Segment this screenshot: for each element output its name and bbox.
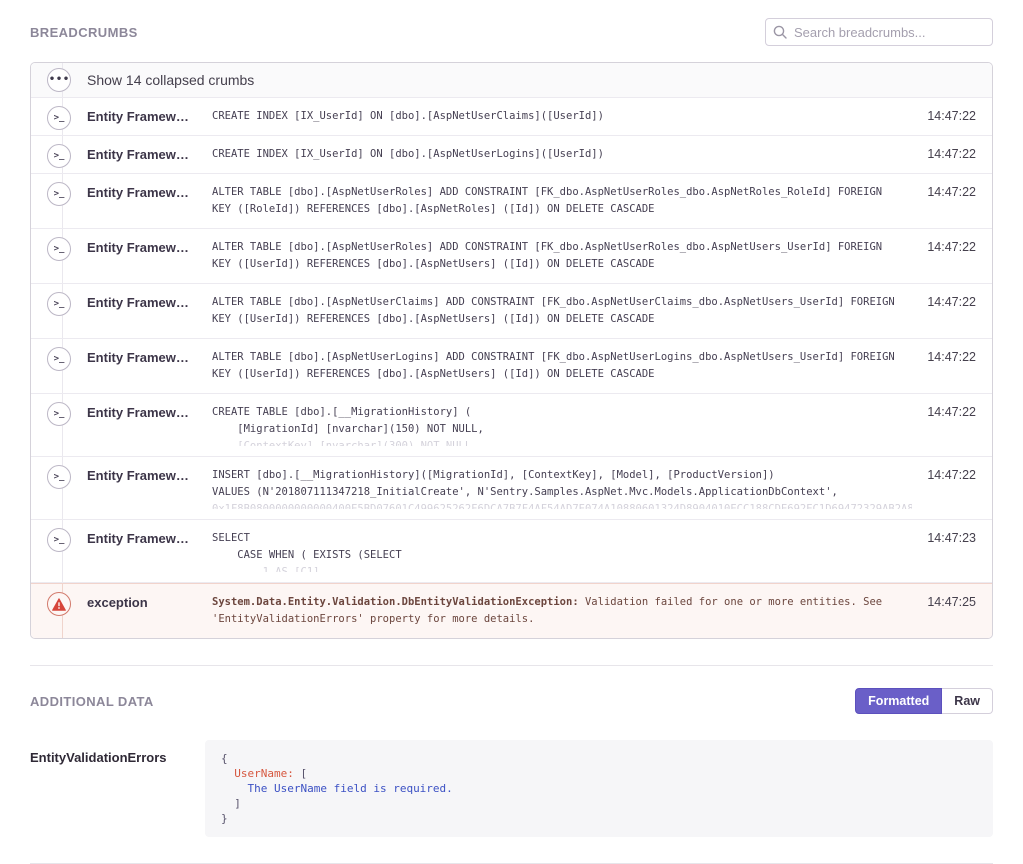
crumb-icon-cell: >_ xyxy=(31,339,87,393)
collapsed-icon-cell: ••• xyxy=(31,63,87,97)
breadcrumb-row: >_ Entity Framew…CREATE TABLE [dbo].[__Mi… xyxy=(31,394,992,457)
terminal-icon: >_ xyxy=(47,402,71,426)
breadcrumbs-header: BREADCRUMBS xyxy=(30,0,993,62)
breadcrumb-row: >_ Entity Framew…ALTER TABLE [dbo].[AspNe… xyxy=(31,284,992,339)
crumb-code: CREATE INDEX [IX_UserId] ON [dbo].[AspNe… xyxy=(212,98,912,135)
additional-data-key: EntityValidationErrors xyxy=(30,740,205,837)
breadcrumb-row-exception: exception System.Data.Entity.Validation.… xyxy=(31,583,992,638)
crumb-category: Entity Framew… xyxy=(87,98,212,135)
code-token-key: UserName: xyxy=(234,767,294,780)
crumb-code-lines: CREATE INDEX [IX_UserId] ON [dbo].[AspNe… xyxy=(212,108,912,125)
crumb-code: ALTER TABLE [dbo].[AspNetUserLogins] ADD… xyxy=(212,339,912,393)
terminal-icon: >_ xyxy=(47,347,71,371)
crumb-category: Entity Framew… xyxy=(87,394,212,456)
crumb-message: System.Data.Entity.Validation.DbEntityVa… xyxy=(212,584,912,638)
crumb-code: CREATE TABLE [dbo].[__MigrationHistory] … xyxy=(212,394,912,456)
crumb-code: CREATE INDEX [IX_UserId] ON [dbo].[AspNe… xyxy=(212,136,912,173)
crumb-code-faded-line: 1 AS [C1] xyxy=(212,564,912,572)
crumb-icon-cell: >_ xyxy=(31,136,87,173)
crumb-timestamp: 14:47:22 xyxy=(912,229,992,283)
exception-type: System.Data.Entity.Validation.DbEntityVa… xyxy=(212,596,579,608)
crumb-category: Entity Framew… xyxy=(87,339,212,393)
crumb-timestamp: 14:47:25 xyxy=(912,584,992,638)
crumb-code: SELECT CASE WHEN ( EXISTS (SELECT 1 AS [… xyxy=(212,520,912,582)
crumb-icon-cell: >_ xyxy=(31,520,87,582)
additional-data-entry: EntityValidationErrors { UserName: [ The… xyxy=(30,740,993,837)
crumb-timestamp: 14:47:22 xyxy=(912,136,992,173)
crumb-code: ALTER TABLE [dbo].[AspNetUserClaims] ADD… xyxy=(212,284,912,338)
terminal-icon: >_ xyxy=(47,144,71,168)
exception-icon-cell xyxy=(31,584,87,638)
crumb-category: Entity Framew… xyxy=(87,174,212,228)
crumb-icon-cell: >_ xyxy=(31,98,87,135)
crumb-code-lines: ALTER TABLE [dbo].[AspNetUserLogins] ADD… xyxy=(212,349,912,383)
code-token-plain: ] } xyxy=(221,797,241,825)
crumb-code-lines: CREATE TABLE [dbo].[__MigrationHistory] … xyxy=(212,404,912,438)
crumb-category: Entity Framew… xyxy=(87,229,212,283)
crumb-timestamp: 14:47:23 xyxy=(912,520,992,582)
additional-data-header: ADDITIONAL DATA Formatted Raw xyxy=(30,666,993,732)
crumb-category: Entity Framew… xyxy=(87,520,212,582)
crumb-code-lines: SELECT CASE WHEN ( EXISTS (SELECT xyxy=(212,530,912,564)
crumb-timestamp: 14:47:22 xyxy=(912,98,992,135)
terminal-icon: >_ xyxy=(47,237,71,261)
formatted-button[interactable]: Formatted xyxy=(855,688,942,714)
breadcrumb-row: >_ Entity Framew…ALTER TABLE [dbo].[AspNe… xyxy=(31,174,992,229)
crumb-code-lines: ALTER TABLE [dbo].[AspNetUserRoles] ADD … xyxy=(212,184,912,218)
terminal-icon: >_ xyxy=(47,465,71,489)
breadcrumbs-panel: ••• Show 14 collapsed crumbs >_ Entity Fr… xyxy=(30,62,993,639)
code-token-plain: { xyxy=(221,752,234,780)
raw-button[interactable]: Raw xyxy=(942,688,993,714)
crumb-code: ALTER TABLE [dbo].[AspNetUserRoles] ADD … xyxy=(212,229,912,283)
terminal-icon: >_ xyxy=(47,528,71,552)
crumb-timestamp: 14:47:22 xyxy=(912,457,992,519)
breadcrumbs-search xyxy=(765,18,993,46)
additional-data-title: ADDITIONAL DATA xyxy=(30,694,154,709)
crumb-code-lines: ALTER TABLE [dbo].[AspNetUserRoles] ADD … xyxy=(212,239,912,273)
breadcrumb-row: >_ Entity Framew…ALTER TABLE [dbo].[AspNe… xyxy=(31,339,992,394)
crumb-category: Entity Framew… xyxy=(87,136,212,173)
breadcrumb-row: >_ Entity Framew…SELECT CASE WHEN ( EXIST… xyxy=(31,520,992,583)
collapsed-crumbs-label: Show 14 collapsed crumbs xyxy=(87,72,254,88)
crumb-code-lines: INSERT [dbo].[__MigrationHistory]([Migra… xyxy=(212,467,912,501)
terminal-icon: >_ xyxy=(47,292,71,316)
terminal-icon: >_ xyxy=(47,182,71,206)
crumb-icon-cell: >_ xyxy=(31,229,87,283)
breadcrumb-row: >_ Entity Framew…CREATE INDEX [IX_UserId]… xyxy=(31,136,992,174)
crumb-icon-cell: >_ xyxy=(31,284,87,338)
ellipsis-icon: ••• xyxy=(47,68,71,92)
crumb-code-faded-line: [ContextKey] [nvarchar](300) NOT NULL, xyxy=(212,438,912,446)
crumb-category: Entity Framew… xyxy=(87,284,212,338)
crumb-icon-cell: >_ xyxy=(31,394,87,456)
crumb-code: INSERT [dbo].[__MigrationHistory]([Migra… xyxy=(212,457,912,519)
crumb-code-faded-line: 0x1F8B0800000000000400E5BD07601C49962526… xyxy=(212,501,912,509)
breadcrumb-row: >_ Entity Framew…CREATE INDEX [IX_UserId]… xyxy=(31,98,992,136)
crumb-code-lines: CREATE INDEX [IX_UserId] ON [dbo].[AspNe… xyxy=(212,146,912,163)
crumb-timestamp: 14:47:22 xyxy=(912,174,992,228)
format-toggle-group: Formatted Raw xyxy=(855,688,993,714)
breadcrumb-row: >_ Entity Framew…INSERT [dbo].[__Migratio… xyxy=(31,457,992,520)
crumb-icon-cell: >_ xyxy=(31,457,87,519)
breadcrumbs-title: BREADCRUMBS xyxy=(30,25,138,40)
terminal-icon: >_ xyxy=(47,106,71,130)
crumb-timestamp: 14:47:22 xyxy=(912,284,992,338)
crumb-category: Entity Framew… xyxy=(87,457,212,519)
crumb-timestamp: 14:47:22 xyxy=(912,394,992,456)
crumb-icon-cell: >_ xyxy=(31,174,87,228)
breadcrumb-rows: >_Entity Framew…CREATE INDEX [IX_UserId]… xyxy=(31,98,992,583)
warning-icon xyxy=(47,592,71,616)
breadcrumb-row: >_ Entity Framew…ALTER TABLE [dbo].[AspNe… xyxy=(31,229,992,284)
search-icon xyxy=(773,25,787,39)
crumb-category: exception xyxy=(87,584,212,638)
crumb-timestamp: 14:47:22 xyxy=(912,339,992,393)
show-collapsed-crumbs-button[interactable]: ••• Show 14 collapsed crumbs xyxy=(31,63,992,98)
search-input[interactable] xyxy=(765,18,993,46)
crumb-code: ALTER TABLE [dbo].[AspNetUserRoles] ADD … xyxy=(212,174,912,228)
code-token-str: The UserName field is required. xyxy=(248,782,453,795)
json-code-block: { UserName: [ The UserName field is requ… xyxy=(205,740,993,837)
crumb-code-lines: ALTER TABLE [dbo].[AspNetUserClaims] ADD… xyxy=(212,294,912,328)
additional-data-value: { UserName: [ The UserName field is requ… xyxy=(205,740,993,837)
